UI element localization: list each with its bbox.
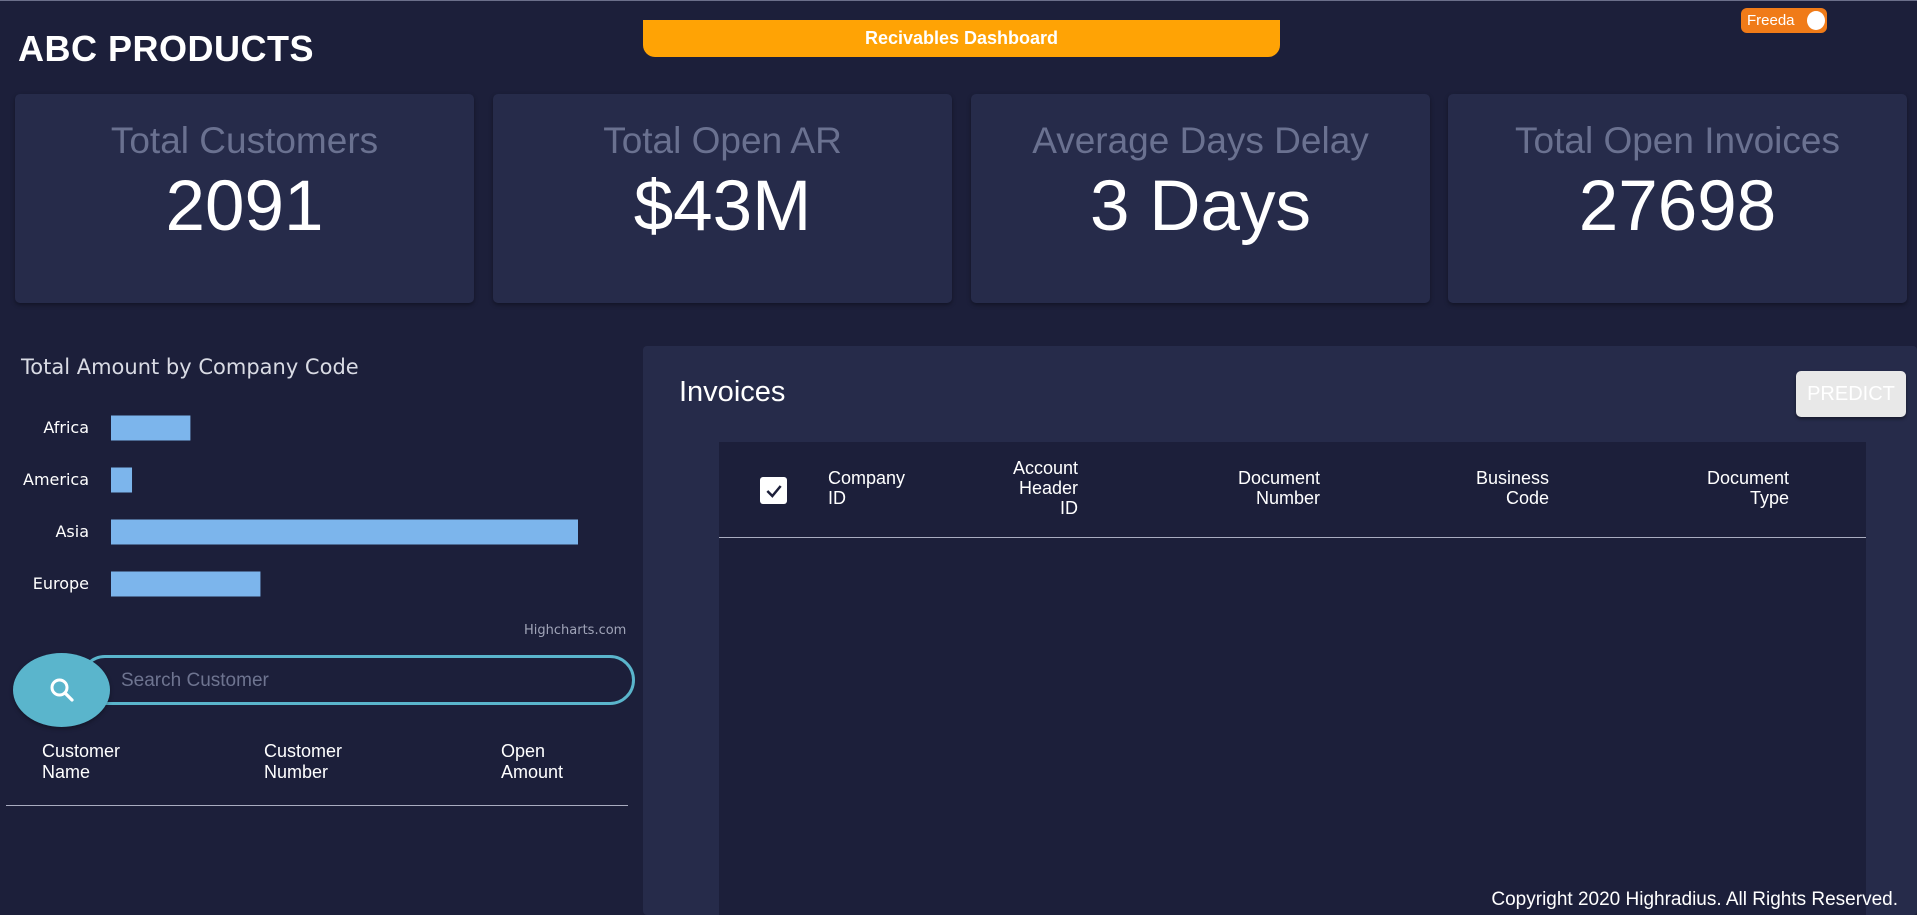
kpi-title: Total Customers [110,120,379,161]
company-code-bar-chart: Africa America Asia Europe [23,415,578,597]
bar-asia[interactable] [111,519,578,545]
header-line: Type [1749,488,1789,508]
bar-label-america: America [23,470,89,489]
column-header-account-header-id[interactable]: Account Header ID [1013,458,1078,518]
invoices-title: Invoices [679,376,786,408]
invoices-grid: Company ID Account Header ID Document Nu… [719,442,1866,915]
kpi-title: Total Open AR [603,120,842,161]
bar-europe[interactable] [111,571,261,597]
customer-panel: Total Amount by Company Code Africa Ameri… [0,345,640,915]
copyright-footer: Copyright 2020 Highradius. All Rights Re… [1491,889,1898,910]
kpi-card-total-open-invoices: Total Open Invoices 27698 [1448,94,1907,303]
brand-title: ABC PRODUCTS [18,28,315,69]
header-line: ID [1060,498,1078,518]
search-icon [50,678,74,702]
header-line: Document [1237,468,1320,488]
invoices-panel: Invoices PREDICT Company ID Account Head… [643,346,1917,915]
customer-table-divider [6,805,628,806]
header-line: Customer [264,741,343,761]
bar-label-asia: Asia [55,522,89,541]
kpi-value: 27698 [1578,167,1777,246]
header-line: Header [1018,478,1078,498]
header-line: Document [1706,468,1789,488]
select-all-checkbox[interactable] [760,477,787,504]
open-amount-header[interactable]: Open Amount [501,741,563,783]
kpi-card-average-days-delay: Average Days Delay 3 Days [971,94,1430,303]
search-input[interactable] [121,664,621,698]
predict-button[interactable]: PREDICT [1796,371,1906,417]
kpi-title: Total Open Invoices [1515,120,1840,161]
header-line: Account [1012,458,1078,478]
header-line: Amount [501,762,564,782]
header-line: Customer [42,741,121,761]
header-line: Code [1505,488,1549,508]
grid-header-divider [719,537,1866,538]
header-line: Open [501,741,546,761]
header-line: Number [264,762,329,782]
kpi-card-total-customers: Total Customers 2091 [15,94,474,303]
search-field [80,655,635,705]
bar-africa[interactable] [111,415,191,441]
bar-label-europe: Europe [33,574,89,593]
kpi-value: 3 Days [1090,167,1311,246]
header-line: Business [1475,468,1549,488]
kpi-card-total-open-ar: Total Open AR $43M [493,94,952,303]
column-header-business-code[interactable]: Business Code [1476,468,1549,508]
header-line: Company [828,468,906,488]
column-header-document-type[interactable]: Document Type [1707,468,1789,508]
banner-title: Recivables Dashboard [864,28,1059,48]
header-line: Number [1255,488,1320,508]
bar-america[interactable] [111,467,133,493]
chart-title: Total Amount by Company Code [21,355,359,379]
checkmark-icon [765,484,782,498]
bar-label-africa: Africa [43,418,89,437]
kpi-title: Average Days Delay [1032,120,1369,161]
customer-name-header[interactable]: Customer Name [42,741,120,783]
top-border [0,0,1917,1]
search-button[interactable] [13,653,110,727]
customer-number-header[interactable]: Customer Number [264,741,342,783]
kpi-value: 2091 [165,167,324,246]
user-name: Freeda [1747,12,1795,29]
header-line: ID [828,488,846,508]
dashboard-banner: Recivables Dashboard [643,20,1280,57]
chart-credit-link[interactable]: Highcharts.com [524,623,626,638]
column-header-document-number[interactable]: Document Number [1238,468,1320,508]
kpi-value: $43M [633,167,812,246]
user-toggle-pill[interactable]: Freeda [1741,8,1827,33]
toggle-knob-icon [1807,11,1825,30]
header-line: Name [42,762,91,782]
column-header-company-id[interactable]: Company ID [828,468,905,508]
